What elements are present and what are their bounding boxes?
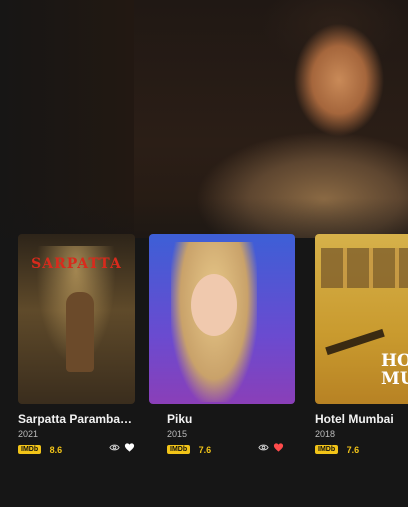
movie-title[interactable]: Sarpatta Paramba… bbox=[18, 412, 135, 426]
heart-icon[interactable] bbox=[124, 442, 135, 453]
imdb-rating: 8.6 bbox=[49, 444, 63, 455]
movie-poster[interactable]: HOT MUMB bbox=[315, 234, 408, 404]
movie-poster[interactable]: SARPATTA bbox=[18, 234, 135, 404]
eye-icon[interactable] bbox=[109, 442, 120, 453]
imdb-badge: IMDb bbox=[315, 445, 339, 455]
hero-bottom-fade bbox=[0, 198, 408, 238]
movie-year: 2021 bbox=[18, 429, 39, 439]
movie-carousel[interactable]: SARPATTA Sarpatta Paramba… 2021 IMDb 8.6… bbox=[0, 234, 408, 455]
movie-year: 2015 bbox=[167, 429, 188, 439]
heart-icon[interactable] bbox=[273, 442, 284, 453]
movie-year: 2018 bbox=[315, 429, 336, 439]
imdb-rating: 7.6 bbox=[198, 444, 212, 455]
movie-title[interactable]: Hotel Mumbai bbox=[315, 412, 408, 426]
movie-card[interactable]: HOT MUMB Hotel Mumbai 2018 IMDb 7.6 bbox=[315, 234, 408, 455]
movie-title[interactable]: Piku bbox=[167, 412, 277, 426]
movie-poster[interactable] bbox=[149, 234, 295, 404]
eye-icon[interactable] bbox=[258, 442, 269, 453]
hero-banner[interactable] bbox=[0, 0, 408, 238]
imdb-badge: IMDb bbox=[167, 445, 191, 455]
imdb-badge: IMDb bbox=[18, 445, 42, 455]
movie-card[interactable]: SARPATTA Sarpatta Paramba… 2021 IMDb 8.6 bbox=[18, 234, 135, 455]
imdb-rating: 7.6 bbox=[346, 444, 360, 455]
poster-title-text: HOT MUMB bbox=[381, 351, 408, 389]
poster-title-text: SARPATTA bbox=[31, 256, 122, 272]
movie-card[interactable]: Piku 2015 IMDb 7.6 bbox=[149, 234, 295, 455]
